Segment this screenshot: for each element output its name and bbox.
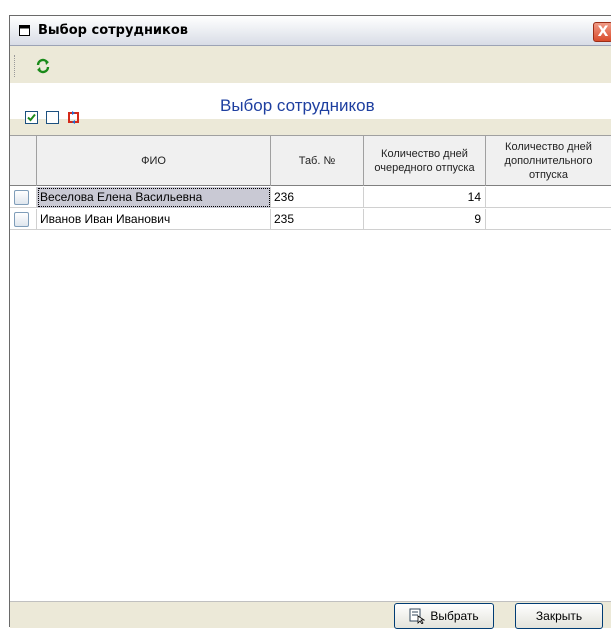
grid-header: ФИО Таб. № Количество дней очередного от… (10, 136, 611, 186)
title-bar[interactable]: Выбор сотрудников X (10, 16, 611, 46)
toolbar-grip[interactable] (14, 55, 16, 77)
close-button[interactable]: Закрыть (515, 603, 603, 629)
checkbox-checked-icon (27, 113, 36, 122)
select-button-label: Выбрать (430, 609, 479, 623)
row-check-cell (10, 187, 37, 208)
column-header-fio[interactable]: ФИО (37, 136, 271, 186)
cell-regular-days[interactable]: 14 (364, 187, 486, 208)
column-header-regular-days[interactable]: Количество дней очередного отпуска (364, 136, 486, 186)
cell-fio[interactable]: Веселова Елена Васильевна (37, 187, 271, 208)
form-header: Выбор сотрудников (10, 83, 611, 124)
bottom-bar: Выбрать Закрыть (10, 601, 611, 629)
window-icon (19, 25, 30, 36)
close-button-label: Закрыть (535, 609, 583, 623)
cell-tab-no[interactable]: 235 (271, 209, 364, 230)
refresh-button[interactable] (22, 52, 76, 80)
dialog-window: Выбор сотрудников X Выбор сотрудников ФИ… (9, 15, 611, 629)
close-window-button[interactable]: X (593, 22, 611, 42)
row-checkbox[interactable] (14, 212, 29, 227)
uncheck-all-button[interactable] (46, 111, 59, 124)
select-button[interactable]: Выбрать (394, 603, 494, 629)
invert-selection-icon[interactable] (67, 111, 80, 124)
toolbar (10, 47, 611, 83)
cell-extra-days[interactable] (486, 209, 611, 230)
check-all-button[interactable] (25, 111, 38, 124)
table-row[interactable]: Веселова Елена Васильевна 236 14 (10, 187, 611, 208)
window-title: Выбор сотрудников (38, 23, 189, 38)
column-header-extra-days[interactable]: Количество дней дополнительного отпуска (486, 136, 611, 186)
column-header-tab-no[interactable]: Таб. № (271, 136, 364, 186)
cell-tab-no[interactable]: 236 (271, 187, 364, 208)
table-row[interactable]: Иванов Иван Иванович 235 9 (10, 209, 611, 230)
cell-regular-days[interactable]: 9 (364, 209, 486, 230)
select-cursor-icon (409, 608, 426, 624)
row-check-cell (10, 209, 37, 230)
employees-grid[interactable]: ФИО Таб. № Количество дней очередного от… (10, 135, 611, 601)
cell-fio[interactable]: Иванов Иван Иванович (37, 209, 271, 230)
cell-extra-days[interactable] (486, 187, 611, 208)
refresh-icon (36, 58, 50, 74)
row-checkbox[interactable] (14, 190, 29, 205)
header-checkbox-column (10, 136, 37, 186)
form-title: Выбор сотрудников (220, 96, 375, 115)
